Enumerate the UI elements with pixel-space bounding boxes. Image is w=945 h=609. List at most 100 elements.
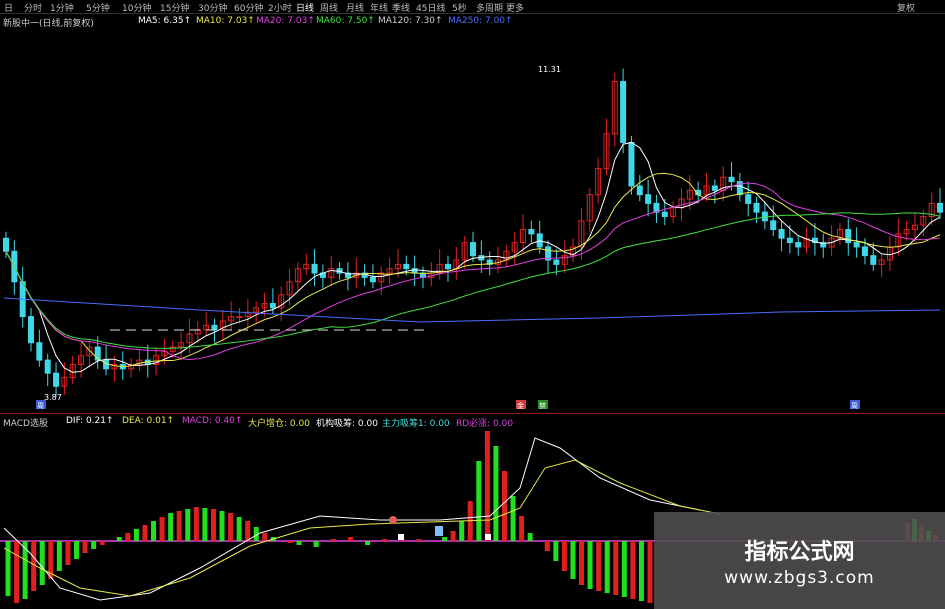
candle-body bbox=[770, 220, 777, 231]
macd-bar bbox=[176, 511, 182, 541]
macd-bar bbox=[604, 541, 610, 593]
macd-bar bbox=[621, 541, 627, 597]
candle-body bbox=[778, 229, 785, 239]
toolbar-tab-12[interactable]: 年线 bbox=[370, 1, 388, 14]
adjust-button[interactable]: 复权 bbox=[897, 1, 915, 14]
macd-bar bbox=[39, 541, 45, 585]
candle-body bbox=[661, 211, 668, 217]
toolbar-tab-1[interactable]: 分时 bbox=[24, 1, 42, 14]
dea-line bbox=[3, 459, 721, 597]
candle-body bbox=[528, 229, 535, 235]
candle-body bbox=[870, 255, 877, 265]
macd-bar bbox=[561, 541, 567, 571]
toolbar-tab-16[interactable]: 多周期 bbox=[476, 1, 503, 14]
macd-bar bbox=[56, 541, 62, 571]
candle-body bbox=[444, 263, 451, 270]
macd-bar bbox=[527, 533, 533, 541]
candle-body bbox=[937, 202, 943, 213]
legend-item-5: MA250: 7.00↑ bbox=[448, 16, 513, 26]
toolbar-tab-6[interactable]: 30分钟 bbox=[198, 1, 227, 14]
candle-body bbox=[636, 185, 643, 196]
macd-bar bbox=[442, 537, 448, 541]
toolbar-tab-15[interactable]: 5秒 bbox=[452, 1, 467, 14]
panel-divider bbox=[0, 413, 945, 414]
macd-bar bbox=[236, 517, 242, 541]
toolbar-tab-9[interactable]: 日线 bbox=[296, 1, 314, 14]
candle-body bbox=[470, 242, 476, 257]
price-chart-panel[interactable]: 11.31 3.87 周金禁周 bbox=[0, 30, 945, 410]
candle-body bbox=[745, 194, 752, 204]
macd-bar bbox=[382, 539, 388, 541]
macd-bar bbox=[245, 521, 251, 541]
candle-body bbox=[236, 316, 243, 319]
ma250-line bbox=[3, 297, 941, 323]
candle-body bbox=[861, 246, 868, 257]
macd-bar bbox=[313, 541, 319, 547]
legend-item-1: MA10: 7.03↑ bbox=[196, 16, 255, 26]
macd-bar bbox=[613, 541, 619, 595]
candle-body bbox=[753, 202, 760, 213]
macd-bar bbox=[493, 446, 499, 541]
candle-body bbox=[645, 194, 652, 204]
watermark-banner: 指标公式网 www.zbgs3.com bbox=[654, 512, 945, 609]
macd-bar bbox=[65, 541, 71, 565]
signal-block bbox=[485, 534, 491, 540]
macd-bar bbox=[296, 541, 302, 545]
legend-item-0: DIF: 0.21↑ bbox=[66, 416, 114, 426]
legend-item-4: MA120: 7.30↑ bbox=[378, 16, 443, 26]
candle-body bbox=[369, 276, 376, 283]
macd-bar bbox=[501, 471, 507, 541]
signal-dot bbox=[389, 516, 397, 524]
macd-bar bbox=[416, 539, 422, 541]
macd-bar bbox=[347, 537, 353, 541]
candle-body bbox=[28, 316, 35, 344]
candle-body bbox=[628, 141, 635, 187]
toolbar-tab-5[interactable]: 15分钟 bbox=[160, 1, 189, 14]
legend-item-2: MA20: 7.03↑ bbox=[256, 16, 315, 26]
macd-bar bbox=[133, 529, 139, 541]
macd-bar bbox=[647, 541, 653, 603]
macd-bar bbox=[116, 537, 122, 541]
macd-bar bbox=[630, 541, 636, 599]
toolbar-tab-11[interactable]: 月线 bbox=[346, 1, 364, 14]
toolbar-tab-8[interactable]: 2小时 bbox=[268, 1, 292, 14]
candle-body bbox=[553, 259, 560, 265]
toolbar-tab-14[interactable]: 45日线 bbox=[416, 1, 445, 14]
candle-body bbox=[786, 237, 793, 244]
candlestick-chart[interactable]: 11.313.87周金禁周 bbox=[0, 30, 945, 410]
candle-body bbox=[211, 324, 218, 331]
toolbar-tab-7[interactable]: 60分钟 bbox=[234, 1, 263, 14]
macd-bar bbox=[168, 513, 174, 541]
candle-body bbox=[711, 185, 718, 191]
macd-bar bbox=[202, 508, 208, 541]
macd-bar bbox=[219, 511, 225, 541]
toolbar-tab-10[interactable]: 周线 bbox=[320, 1, 338, 14]
legend-title: 新股中一(日线,前复权) bbox=[3, 19, 94, 29]
macd-bar bbox=[228, 513, 234, 541]
candle-body bbox=[620, 81, 627, 143]
candle-body bbox=[269, 303, 276, 309]
macd-bar bbox=[450, 531, 456, 541]
period-toolbar: 日分时 1分钟 5分钟 10分钟 15分钟 30分钟 60分钟 2小时 日线 周线 月线 年线 季线 45… bbox=[0, 0, 945, 14]
toolbar-tab-0[interactable]: 日 bbox=[4, 1, 13, 14]
macd-bar bbox=[459, 521, 465, 541]
toolbar-tab-17[interactable]: 更多 bbox=[506, 1, 524, 14]
toolbar-tab-13[interactable]: 季线 bbox=[392, 1, 410, 14]
toolbar-tab-4[interactable]: 10分钟 bbox=[122, 1, 151, 14]
toolbar-tab-2[interactable]: 1分钟 bbox=[50, 1, 74, 14]
macd-bar bbox=[476, 461, 482, 541]
ma20-line bbox=[5, 182, 941, 360]
signal-marker-label: 金 bbox=[517, 401, 524, 410]
macd-bar bbox=[125, 533, 131, 541]
macd-bar bbox=[14, 541, 20, 603]
toolbar-tab-3[interactable]: 5分钟 bbox=[86, 1, 110, 14]
macd-bar bbox=[587, 541, 593, 589]
high-price-label: 11.31 bbox=[538, 65, 561, 74]
macd-bar bbox=[544, 541, 550, 551]
macd-bar bbox=[484, 431, 490, 541]
macd-bar bbox=[159, 517, 165, 541]
macd-bar bbox=[91, 541, 97, 549]
candle-body bbox=[53, 372, 60, 387]
legend-item-1: DEA: 0.01↑ bbox=[122, 416, 175, 426]
macd-bar bbox=[287, 541, 293, 543]
